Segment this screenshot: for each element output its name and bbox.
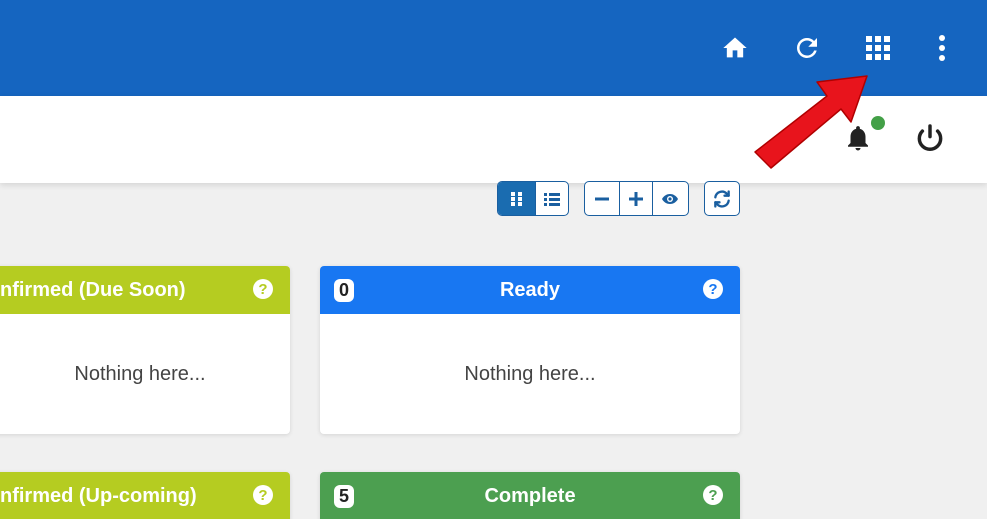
more-options-button[interactable] <box>922 28 962 68</box>
grid-view-button[interactable] <box>498 182 535 215</box>
zoom-in-button[interactable] <box>619 182 652 215</box>
card-title: nfirmed (Up-coming) <box>0 485 197 507</box>
power-icon <box>917 124 943 151</box>
plus-icon <box>629 191 643 206</box>
status-card-confirmed-due-soon: nfirmed (Due Soon) ? Nothing here... <box>0 266 290 434</box>
sync-icon <box>713 189 730 208</box>
card-header: 5 Complete ? <box>320 472 740 519</box>
card-title: Complete <box>484 484 576 507</box>
home-button[interactable] <box>715 28 755 68</box>
empty-state-text: Nothing here... <box>74 362 206 385</box>
card-body: Nothing here... <box>0 314 290 434</box>
card-header: nfirmed (Up-coming) ? <box>0 472 290 519</box>
help-icon[interactable]: ? <box>703 485 723 505</box>
help-icon[interactable]: ? <box>253 279 273 299</box>
zoom-out-button[interactable] <box>585 182 619 215</box>
help-icon[interactable]: ? <box>253 485 273 505</box>
card-body: Nothing here... <box>320 314 740 434</box>
board-refresh-group <box>704 181 740 216</box>
more-vert-icon <box>939 35 945 61</box>
annotation-arrow <box>754 75 868 169</box>
grid-view-icon <box>510 191 522 206</box>
view-toggle-group <box>497 181 569 216</box>
status-card-confirmed-upcoming: nfirmed (Up-coming) ? <box>0 472 290 519</box>
apps-button[interactable] <box>858 28 898 68</box>
card-header: nfirmed (Due Soon) ? <box>0 266 290 314</box>
card-count-badge: 5 <box>334 485 354 508</box>
apps-grid-icon <box>866 36 890 60</box>
status-card-complete: 5 Complete ? <box>320 472 740 519</box>
logout-button[interactable] <box>910 118 950 158</box>
card-title: nfirmed (Due Soon) <box>0 279 186 301</box>
refresh-button[interactable] <box>787 28 827 68</box>
visibility-button[interactable] <box>652 182 687 215</box>
status-card-ready: 0 Ready ? Nothing here... <box>320 266 740 434</box>
board-refresh-button[interactable] <box>705 182 738 215</box>
minus-icon <box>595 197 609 200</box>
eye-icon <box>662 193 678 204</box>
card-header: 0 Ready ? <box>320 266 740 314</box>
list-view-button[interactable] <box>535 182 568 215</box>
list-view-icon <box>544 192 560 206</box>
refresh-icon <box>797 37 817 58</box>
home-icon <box>723 37 747 58</box>
help-icon[interactable]: ? <box>703 279 723 299</box>
zoom-controls-group <box>584 181 689 216</box>
card-count-badge: 0 <box>334 279 354 302</box>
empty-state-text: Nothing here... <box>464 362 596 385</box>
card-title: Ready <box>499 278 561 301</box>
